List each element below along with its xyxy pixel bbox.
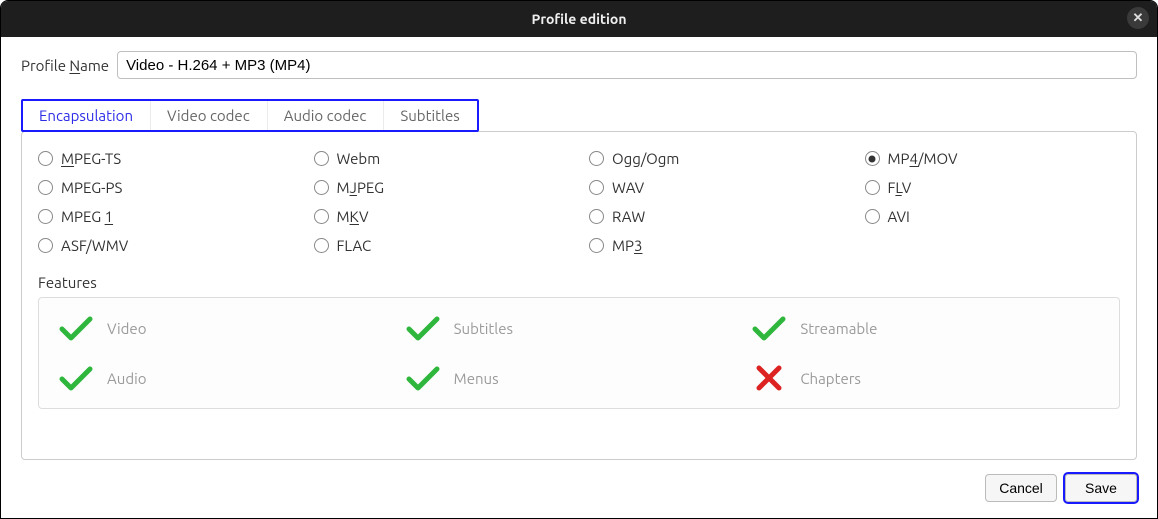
- window-title: Profile edition: [531, 11, 626, 27]
- radio-indicator-icon: [865, 180, 880, 195]
- radio-label: Ogg/Ogm: [612, 150, 679, 167]
- feature-label: Chapters: [800, 370, 861, 387]
- feature-label: Subtitles: [454, 320, 513, 337]
- radio-mpeg1[interactable]: MPEG 1: [38, 208, 294, 225]
- radio-label: MPEG 1: [61, 208, 113, 225]
- tab-encapsulation[interactable]: Encapsulation: [23, 101, 150, 130]
- radio-indicator-icon: [314, 180, 329, 195]
- radio-indicator-icon: [865, 151, 880, 166]
- tab-area: Encapsulation Video codec Audio codec Su…: [21, 99, 1137, 460]
- radio-label: RAW: [612, 208, 645, 225]
- radio-indicator-icon: [589, 209, 604, 224]
- radio-indicator-icon: [38, 209, 53, 224]
- check-icon: [59, 364, 93, 392]
- radio-label: Webm: [337, 150, 381, 167]
- content-area: Profile Name Encapsulation Video codec A…: [1, 37, 1157, 460]
- check-icon: [406, 364, 440, 392]
- cancel-button[interactable]: Cancel: [985, 474, 1057, 502]
- profile-name-label: Profile Name: [21, 57, 109, 74]
- radio-indicator-icon: [314, 151, 329, 166]
- save-button[interactable]: Save: [1065, 474, 1137, 502]
- profile-name-row: Profile Name: [21, 51, 1137, 79]
- tab-audio-codec[interactable]: Audio codec: [267, 101, 384, 130]
- radio-ogg[interactable]: Ogg/Ogm: [589, 150, 845, 167]
- radio-mpeg-ps[interactable]: MPEG-PS: [38, 179, 294, 196]
- tab-subtitles[interactable]: Subtitles: [383, 101, 476, 130]
- feature-streamable: Streamable: [752, 314, 1099, 342]
- feature-audio: Audio: [59, 364, 406, 392]
- feature-label: Video: [107, 320, 146, 337]
- encapsulation-grid: MPEG-TS Webm Ogg/Ogm MP4/MOV MPEG-PS MJPEG WAV…: [38, 150, 1120, 254]
- features-box: Video Subtitles Streamable Audio Menus Chapte…: [38, 297, 1120, 409]
- radio-label: MPEG-TS: [61, 150, 121, 167]
- check-icon: [59, 314, 93, 342]
- encapsulation-panel: MPEG-TS Webm Ogg/Ogm MP4/MOV MPEG-PS MJPEG WAV…: [21, 131, 1137, 460]
- radio-label: MP3: [612, 237, 642, 254]
- radio-avi[interactable]: AVI: [865, 208, 1121, 225]
- feature-label: Menus: [454, 370, 499, 387]
- radio-mp3[interactable]: MP3: [589, 237, 845, 254]
- radio-mjpeg[interactable]: MJPEG: [314, 179, 570, 196]
- check-icon: [406, 314, 440, 342]
- feature-label: Audio: [107, 370, 147, 387]
- radio-asf[interactable]: ASF/WMV: [38, 237, 294, 254]
- radio-indicator-icon: [38, 180, 53, 195]
- radio-mkv[interactable]: MKV: [314, 208, 570, 225]
- radio-indicator-icon: [314, 209, 329, 224]
- feature-label: Streamable: [800, 320, 877, 337]
- radio-label: FLV: [888, 179, 912, 196]
- feature-video: Video: [59, 314, 406, 342]
- feature-menus: Menus: [406, 364, 753, 392]
- radio-indicator-icon: [589, 238, 604, 253]
- radio-indicator-icon: [865, 209, 880, 224]
- radio-flv[interactable]: FLV: [865, 179, 1121, 196]
- tab-bar: Encapsulation Video codec Audio codec Su…: [21, 99, 479, 132]
- radio-label: MKV: [337, 208, 369, 225]
- feature-chapters: Chapters: [752, 364, 1099, 392]
- radio-indicator-icon: [38, 238, 53, 253]
- radio-label: WAV: [612, 179, 644, 196]
- radio-label: AVI: [888, 208, 910, 225]
- close-button[interactable]: ✕: [1127, 7, 1149, 29]
- radio-label: MPEG-PS: [61, 179, 122, 196]
- check-icon: [752, 314, 786, 342]
- radio-indicator-icon: [589, 151, 604, 166]
- cross-icon: [752, 364, 786, 392]
- profile-edition-window: Profile edition ✕ Profile Name Encapsula…: [0, 0, 1158, 519]
- dialog-buttons: Cancel Save: [1, 460, 1157, 518]
- radio-raw[interactable]: RAW: [589, 208, 845, 225]
- close-icon: ✕: [1133, 11, 1144, 26]
- titlebar: Profile edition ✕: [1, 1, 1157, 37]
- radio-label: MJPEG: [337, 179, 385, 196]
- profile-name-input[interactable]: [117, 51, 1137, 79]
- radio-mpeg-ts[interactable]: MPEG-TS: [38, 150, 294, 167]
- radio-indicator-icon: [38, 151, 53, 166]
- tab-video-codec[interactable]: Video codec: [150, 101, 267, 130]
- radio-wav[interactable]: WAV: [589, 179, 845, 196]
- radio-indicator-icon: [314, 238, 329, 253]
- radio-label: FLAC: [337, 237, 372, 254]
- radio-label: MP4/MOV: [888, 150, 958, 167]
- radio-indicator-icon: [589, 180, 604, 195]
- features-heading: Features: [38, 274, 1120, 291]
- radio-webm[interactable]: Webm: [314, 150, 570, 167]
- radio-flac[interactable]: FLAC: [314, 237, 570, 254]
- radio-label: ASF/WMV: [61, 237, 128, 254]
- radio-mp4[interactable]: MP4/MOV: [865, 150, 1121, 167]
- feature-subtitles: Subtitles: [406, 314, 753, 342]
